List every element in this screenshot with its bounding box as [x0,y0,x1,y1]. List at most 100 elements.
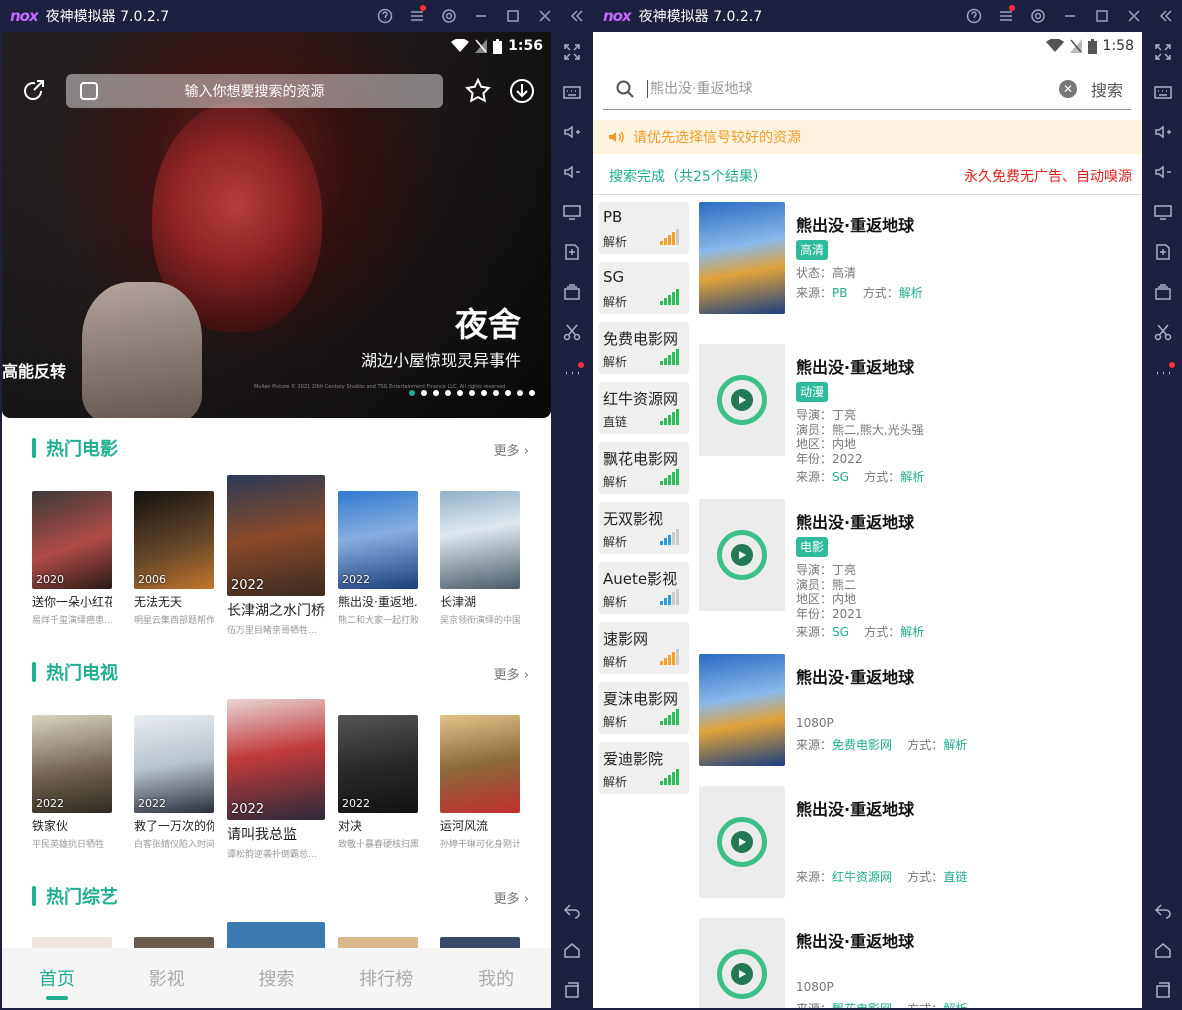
poster-image [440,491,520,589]
multi-instance-icon[interactable] [551,272,593,312]
search-button[interactable]: 搜索 [1091,77,1123,101]
back-icon[interactable] [1142,890,1182,930]
screen-icon[interactable] [1142,192,1182,232]
download-icon[interactable] [509,78,535,104]
volume-down-icon[interactable] [1142,152,1182,192]
more-link[interactable]: 更多 › [494,664,529,683]
result-item[interactable]: 熊出没·重返地球 动漫 导演：丁亮 演员：熊二,熊大,光头强 地区：内地 年份：2022 来… [699,344,1139,484]
minimize-icon[interactable] [1054,0,1086,32]
share-icon[interactable] [20,78,46,104]
source-item[interactable]: 飘花电影网 解析 [599,442,689,494]
volume-up-icon[interactable] [551,112,593,152]
carousel-indicator[interactable] [409,390,535,396]
source-item[interactable]: Auete影视 解析 [599,562,689,614]
tab-search[interactable]: 搜索 [222,948,332,1008]
multi-instance-icon[interactable] [1142,272,1182,312]
help-icon[interactable] [958,0,990,32]
tv-card[interactable]: 2022 救了一万次的你 白客张婧仪陷入时间... [134,715,214,850]
tab-ranking[interactable]: 排行榜 [331,948,441,1008]
tab-home[interactable]: 首页 [2,948,112,1008]
tv-card[interactable]: 运河风流 孙婷干琳可化身刚计... [440,715,520,850]
result-item[interactable]: 熊出没·重返地球 电影 导演：丁亮 演员：熊二 地区：内地 年份：2021 来源：SG 方式… [699,499,1139,639]
tab-mine[interactable]: 我的 [441,948,551,1008]
screen-icon[interactable] [551,192,593,232]
result-item[interactable]: 熊出没·重返地球 高清 状态：高清 来源：PB 方式：解析 [699,202,1139,314]
maximize-icon[interactable] [1086,0,1118,32]
recent-apps-icon[interactable] [551,970,593,1010]
source-item[interactable]: 免费电影网 解析 [599,322,689,374]
source-item[interactable]: SG 解析 [599,262,689,314]
home-icon[interactable] [551,930,593,970]
apk-install-icon[interactable] [1142,232,1182,272]
more-icon[interactable] [1142,352,1182,392]
close-icon[interactable] [1118,0,1150,32]
tab-video[interactable]: 影视 [112,948,222,1008]
result-item[interactable]: 熊出没·重返地球 来源：红牛资源网 方式：直链 [699,786,1139,898]
tv-card[interactable]: 2022 对决 致敬十暴春硬核扫黑 [338,715,418,850]
source-item[interactable]: 速影网 解析 [599,622,689,674]
source-item[interactable]: 爱迪影院 解析 [599,742,689,794]
source-link[interactable]: SG [832,625,849,639]
collapse-sidebar-icon[interactable] [1150,0,1182,32]
source-link[interactable]: 飘花电影网 [832,1002,892,1008]
source-link[interactable]: SG [832,470,849,484]
maximize-icon[interactable] [497,0,529,32]
tv-card[interactable]: 2022 请叫我总监 谭松韵逆袭扑倒霸总... [227,699,325,860]
keyboard-icon[interactable] [1142,72,1182,112]
home-icon[interactable] [1142,930,1182,970]
recent-apps-icon[interactable] [1142,970,1182,1010]
settings-icon[interactable] [433,0,465,32]
source-item[interactable]: PB 解析 [599,202,689,254]
search-status: 搜索完成（共25个结果） [609,169,767,185]
mode-link[interactable]: 解析 [899,286,923,300]
notice-bar: 请优先选择信号较好的资源 [593,120,1142,154]
scissors-icon[interactable] [551,312,593,352]
mode-link[interactable]: 解析 [943,1002,967,1008]
fullscreen-icon[interactable] [551,32,593,72]
movie-card[interactable]: 2020 送你一朵小红花 易烊千玺演绎癌患... [32,491,112,626]
back-icon[interactable] [551,890,593,930]
mode-link[interactable]: 解析 [900,470,924,484]
source-link[interactable]: 免费电影网 [832,738,892,752]
more-link[interactable]: 更多 › [494,888,529,907]
hero-banner[interactable]: 1:56 输入你想要搜索的资源 高能反转 夜舍 湖边小屋惊现灵异事件 Mulla… [2,32,551,418]
movie-card[interactable]: 2022 长津湖之水门桥 伍万里目睹亲哥牺牲... [227,475,325,636]
movie-card[interactable]: 2006 无法无天 明星云集西部题帮作... [134,491,214,626]
menu-icon[interactable] [401,0,433,32]
mode-link[interactable]: 解析 [943,738,967,752]
movie-card[interactable]: 长津湖 吴京领衔演绎的中国... [440,491,520,626]
poster-image: 2022 [32,715,112,813]
close-icon[interactable] [529,0,561,32]
source-item[interactable]: 无双影视 解析 [599,502,689,554]
search-input[interactable]: 熊出没·重返地球 [647,79,1059,98]
search-bar[interactable]: 输入你想要搜索的资源 [66,74,443,108]
menu-icon[interactable] [990,0,1022,32]
movie-card[interactable]: 2022 熊出没·重返地... 熊二和大家一起打败... [338,491,418,626]
mode-link[interactable]: 直链 [943,870,967,884]
fullscreen-icon[interactable] [1142,32,1182,72]
collapse-sidebar-icon[interactable] [561,0,593,32]
result-tag: 电影 [796,537,829,557]
source-link[interactable]: PB [832,286,847,300]
clear-icon[interactable]: ✕ [1058,79,1077,98]
result-item[interactable]: 熊出没·重返地球 1080P 来源：飘花电影网 方式：解析 [699,918,1139,1008]
more-icon[interactable] [551,352,593,392]
source-link[interactable]: 红牛资源网 [832,870,892,884]
source-item[interactable]: 夏沫电影网 解析 [599,682,689,734]
volume-up-icon[interactable] [1142,112,1182,152]
help-icon[interactable] [369,0,401,32]
favorites-star-icon[interactable] [465,77,491,104]
section-title: 热门电视 [46,663,118,684]
more-link[interactable]: 更多 › [494,440,529,459]
no-signal-icon [1069,39,1082,53]
apk-install-icon[interactable] [551,232,593,272]
result-item[interactable]: 熊出没·重返地球 1080P 来源：免费电影网 方式：解析 [699,654,1139,766]
settings-icon[interactable] [1022,0,1054,32]
volume-down-icon[interactable] [551,152,593,192]
minimize-icon[interactable] [465,0,497,32]
scissors-icon[interactable] [1142,312,1182,352]
source-item[interactable]: 红牛资源网 直链 [599,382,689,434]
keyboard-icon[interactable] [551,72,593,112]
tv-card[interactable]: 2022 铁家伙 平民英雄抗日牺牲 [32,715,112,850]
mode-link[interactable]: 解析 [900,625,924,639]
